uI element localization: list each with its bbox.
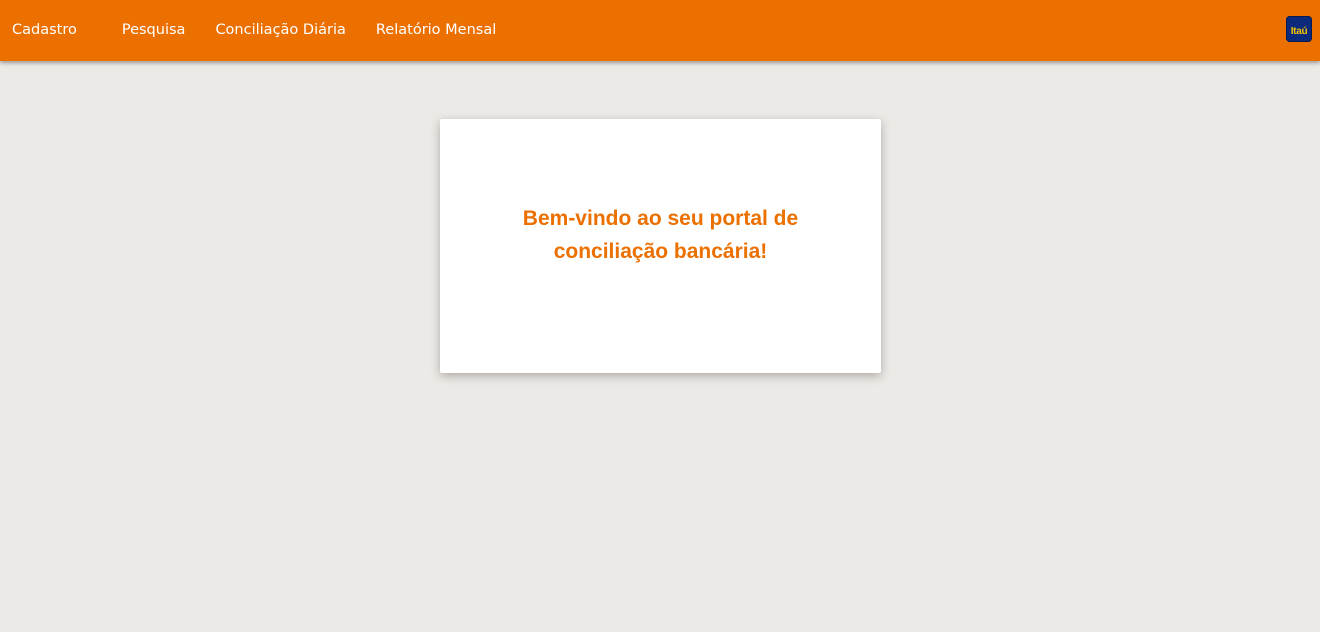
itau-logo-icon[interactable]: Itaú (1286, 16, 1312, 42)
top-navbar: Cadastro Pesquisa Conciliação Diária Rel… (0, 0, 1320, 61)
logo-text: Itaú (1290, 25, 1308, 37)
nav-item-pesquisa[interactable]: Pesquisa (107, 0, 201, 61)
nav-item-cadastro[interactable]: Cadastro (0, 0, 92, 61)
nav-item-conciliacao-diaria[interactable]: Conciliação Diária (200, 0, 360, 61)
welcome-line-2: conciliação bancária! (553, 240, 768, 263)
welcome-message: Bem-vindo ao seu portal de conciliação b… (440, 202, 881, 268)
welcome-card: Bem-vindo ao seu portal de conciliação b… (440, 119, 881, 373)
main-nav: Cadastro Pesquisa Conciliação Diária Rel… (0, 0, 511, 61)
welcome-line-1: Bem-vindo ao seu portal de (522, 207, 799, 230)
nav-item-relatorio-mensal[interactable]: Relatório Mensal (361, 0, 511, 61)
